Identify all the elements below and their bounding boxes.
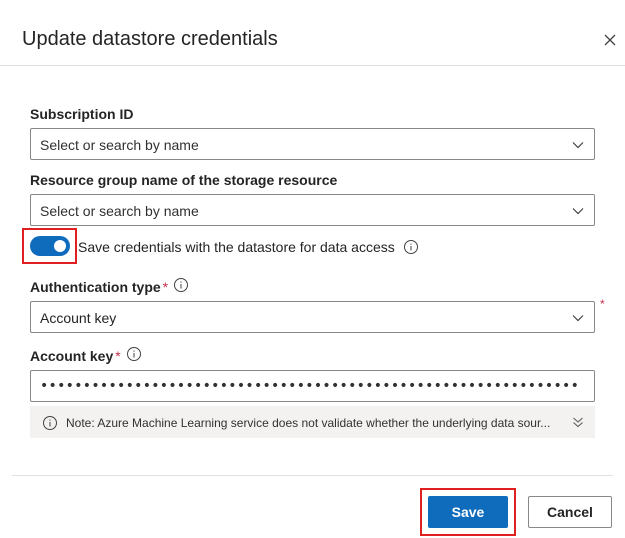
chevron-down-icon bbox=[572, 142, 584, 149]
save-button[interactable]: Save bbox=[428, 496, 508, 528]
info-icon bbox=[43, 416, 57, 430]
authentication-type-value: Account key bbox=[40, 310, 117, 326]
footer-divider bbox=[12, 475, 613, 476]
account-key-input[interactable]: ••••••••••••••••••••••••••••••••••••••••… bbox=[30, 370, 595, 402]
chevron-down-icon bbox=[572, 208, 584, 215]
required-marker: * bbox=[115, 348, 121, 364]
update-credentials-dialog: Update datastore credentials Subscriptio… bbox=[0, 0, 625, 538]
subscription-placeholder: Select or search by name bbox=[40, 137, 199, 153]
account-key-label: Account key * bbox=[30, 347, 121, 365]
cancel-button[interactable]: Cancel bbox=[528, 496, 612, 528]
close-button[interactable] bbox=[600, 30, 620, 50]
subscription-select[interactable]: Select or search by name bbox=[30, 128, 595, 160]
authentication-type-label-text: Authentication type bbox=[30, 279, 161, 295]
required-marker: * bbox=[162, 279, 169, 295]
close-icon bbox=[604, 34, 616, 46]
chevron-down-icon bbox=[572, 315, 584, 322]
subscription-label: Subscription ID bbox=[30, 106, 134, 122]
double-chevron-down-icon[interactable] bbox=[571, 415, 585, 429]
account-key-label-text: Account key bbox=[30, 348, 114, 364]
authentication-type-label: Authentication type * bbox=[30, 278, 168, 296]
dialog-header: Update datastore credentials bbox=[0, 0, 625, 66]
toggle-knob bbox=[54, 240, 66, 252]
save-credentials-label: Save credentials with the datastore for … bbox=[78, 239, 395, 255]
info-icon[interactable] bbox=[403, 239, 419, 255]
resource-group-label: Resource group name of the storage resou… bbox=[30, 172, 338, 188]
dialog-title: Update datastore credentials bbox=[22, 28, 278, 50]
info-icon[interactable] bbox=[126, 346, 142, 362]
resource-group-select[interactable]: Select or search by name bbox=[30, 194, 595, 226]
account-key-value: ••••••••••••••••••••••••••••••••••••••••… bbox=[40, 378, 580, 394]
resource-group-placeholder: Select or search by name bbox=[40, 203, 199, 219]
note-text: Note: Azure Machine Learning service doe… bbox=[66, 416, 551, 430]
save-credentials-toggle[interactable] bbox=[30, 236, 70, 256]
required-marker: * bbox=[600, 297, 605, 311]
validation-note: Note: Azure Machine Learning service doe… bbox=[30, 406, 595, 438]
authentication-type-select[interactable]: Account key bbox=[30, 301, 595, 333]
info-icon[interactable] bbox=[173, 277, 189, 293]
